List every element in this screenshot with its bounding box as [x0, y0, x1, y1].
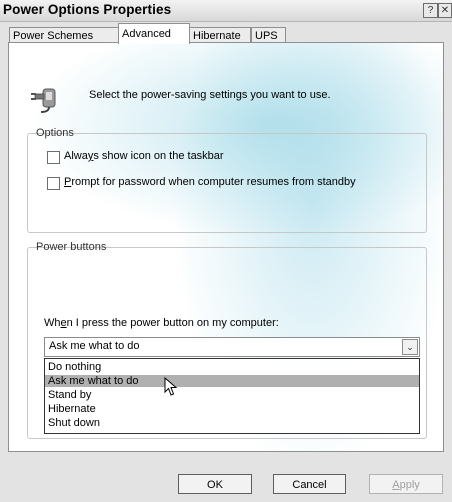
tab-ups[interactable]: UPS — [251, 27, 286, 43]
option-do-nothing[interactable]: Do nothing — [45, 361, 419, 373]
cancel-button[interactable]: Cancel — [273, 474, 346, 494]
show-icon-checkbox[interactable] — [47, 151, 60, 164]
option-hibernate[interactable]: Hibernate — [45, 403, 419, 415]
tab-hibernate[interactable]: Hibernate — [189, 27, 251, 43]
mouse-pointer-icon — [164, 377, 178, 396]
power-button-action-select[interactable]: Ask me what to do ⌄ — [44, 337, 420, 357]
power-button-prompt: When I press the power button on my comp… — [44, 317, 279, 329]
tab-power-schemes[interactable]: Power Schemes — [9, 27, 119, 43]
help-button[interactable]: ? — [423, 3, 438, 18]
option-ask-me[interactable]: Ask me what to do — [45, 375, 419, 387]
tab-strip: Power Schemes Advanced Hibernate UPS — [0, 22, 452, 44]
show-icon-label[interactable]: Always show icon on the taskbar — [64, 150, 224, 162]
power-buttons-group-label: Power buttons — [36, 241, 107, 253]
option-shut-down[interactable]: Shut down — [45, 417, 419, 429]
apply-button[interactable]: Apply — [369, 474, 443, 494]
power-button-action-value: Ask me what to do — [49, 340, 140, 352]
option-stand-by[interactable]: Stand by — [45, 389, 419, 401]
tab-advanced[interactable]: Advanced — [118, 23, 190, 44]
power-button-action-list[interactable]: Do nothing Ask me what to do Stand by Hi… — [44, 358, 420, 434]
options-group-label: Options — [36, 127, 74, 139]
ok-button[interactable]: OK — [178, 474, 252, 494]
title-bar[interactable]: Power Options Properties ? ✕ — [0, 0, 452, 22]
power-plug-icon — [31, 88, 56, 113]
prompt-password-checkbox[interactable] — [47, 177, 60, 190]
prompt-password-label[interactable]: Prompt for password when computer resume… — [64, 176, 356, 188]
power-options-window: Power Options Properties ? ✕ Power Schem… — [0, 0, 452, 502]
intro-text: Select the power-saving settings you wan… — [89, 89, 331, 101]
chevron-down-icon[interactable]: ⌄ — [402, 339, 418, 355]
window-title: Power Options Properties — [3, 2, 172, 17]
close-button[interactable]: ✕ — [438, 3, 452, 18]
